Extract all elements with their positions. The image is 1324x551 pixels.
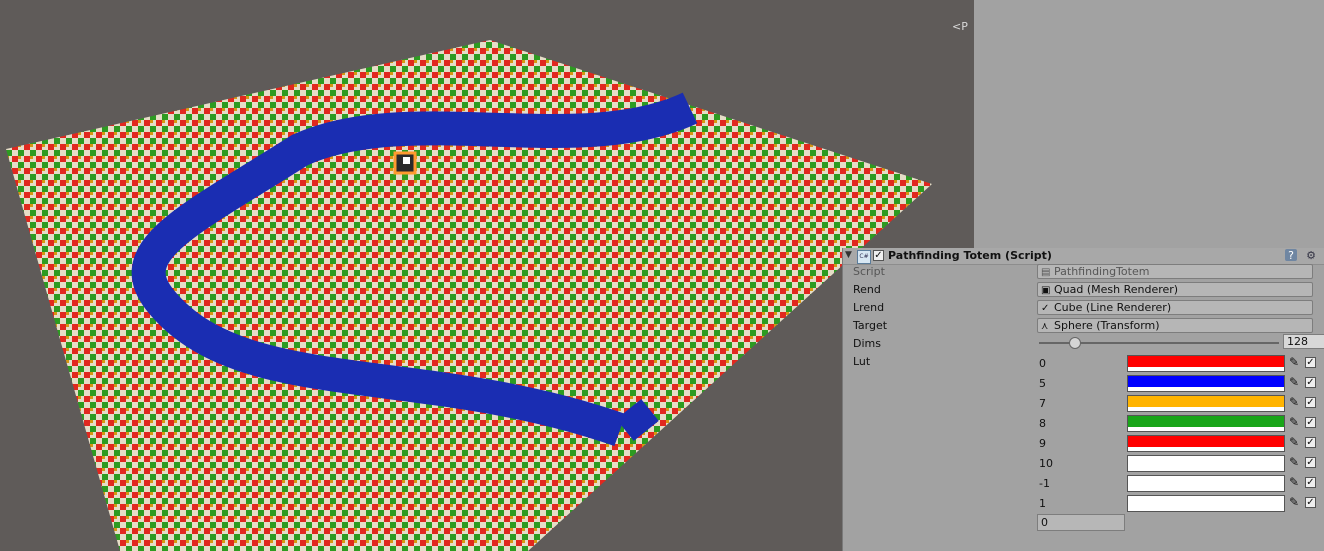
lut-alpha-bar <box>1128 387 1284 391</box>
lrend-value: Cube (Line Renderer) <box>1054 301 1172 314</box>
target-field[interactable]: ⋏ Sphere (Transform) <box>1037 318 1313 333</box>
lut-alpha-bar <box>1128 447 1284 451</box>
script-row: Script ▤ PathfindingTotem <box>843 263 1324 281</box>
lut-key-label: 1 <box>1039 497 1046 510</box>
eyedropper-icon[interactable]: ✎ <box>1289 396 1300 409</box>
new-lut-key-field[interactable]: 0 <box>1037 514 1125 531</box>
rend-field[interactable]: ▣ Quad (Mesh Renderer) <box>1037 282 1313 297</box>
lut-alpha-bar <box>1128 367 1284 371</box>
lut-entry: 1 ✎ ✓ <box>843 493 1324 513</box>
lut-key-label: 7 <box>1039 397 1046 410</box>
lut-alpha-bar <box>1128 487 1284 491</box>
line-renderer-icon: ✓ <box>1041 303 1050 314</box>
gear-icon[interactable]: ⚙ <box>1305 249 1317 262</box>
lut-color-fill <box>1128 456 1284 467</box>
lut-entry: 10 ✎ ✓ <box>843 453 1324 473</box>
script-object-icon: ▤ <box>1041 267 1051 278</box>
lut-enabled-checkbox[interactable]: ✓ <box>1305 357 1316 368</box>
lut-color-fill <box>1128 416 1284 427</box>
lut-color-swatch[interactable] <box>1127 355 1285 372</box>
lut-enabled-checkbox[interactable]: ✓ <box>1305 497 1316 508</box>
script-label: Script <box>853 265 885 278</box>
dims-value-field[interactable]: 128 <box>1283 334 1324 349</box>
target-label: Target <box>853 319 888 332</box>
transform-icon: ⋏ <box>1041 321 1049 332</box>
lut-enabled-checkbox[interactable]: ✓ <box>1305 437 1316 448</box>
rend-value: Quad (Mesh Renderer) <box>1054 283 1179 296</box>
lut-alpha-bar <box>1128 467 1284 471</box>
lut-color-swatch[interactable] <box>1127 435 1285 452</box>
lut-enabled-checkbox[interactable]: ✓ <box>1305 377 1316 388</box>
lut-color-fill <box>1128 476 1284 487</box>
lut-key-label: 9 <box>1039 437 1046 450</box>
eyedropper-icon[interactable]: ✎ <box>1289 356 1300 369</box>
script-file-icon: C# <box>857 250 871 264</box>
foldout-icon[interactable]: ▼ <box>845 250 852 260</box>
lut-key-label: 5 <box>1039 377 1046 390</box>
selected-object-icon <box>393 151 417 175</box>
eyedropper-icon[interactable]: ✎ <box>1289 456 1300 469</box>
lut-entry: 5 ✎ ✓ <box>843 373 1324 393</box>
lut-enabled-checkbox[interactable]: ✓ <box>1305 457 1316 468</box>
dims-slider-thumb[interactable] <box>1069 337 1081 349</box>
rend-row: Rend ▣ Quad (Mesh Renderer) <box>843 281 1324 299</box>
lut-color-swatch[interactable] <box>1127 475 1285 492</box>
lut-color-swatch[interactable] <box>1127 455 1285 472</box>
lut-key-label: 10 <box>1039 457 1053 470</box>
lut-entry: -1 ✎ ✓ <box>843 473 1324 493</box>
eyedropper-icon[interactable]: ✎ <box>1289 436 1300 449</box>
inspector-panel: ▼ C# ✓ Pathfinding Totem (Script) ? ⚙ Sc… <box>842 248 1324 551</box>
eyedropper-icon[interactable]: ✎ <box>1289 416 1300 429</box>
eyedropper-icon[interactable]: ✎ <box>1289 376 1300 389</box>
lut-entry: 0 ✎ ✓ <box>843 353 1324 373</box>
lut-entry: 8 ✎ ✓ <box>843 413 1324 433</box>
lrend-field[interactable]: ✓ Cube (Line Renderer) <box>1037 300 1313 315</box>
lut-color-fill <box>1128 436 1284 447</box>
lut-alpha-bar <box>1128 407 1284 411</box>
lut-key-label: 0 <box>1039 357 1046 370</box>
target-row: Target ⋏ Sphere (Transform) <box>843 317 1324 335</box>
lrend-row: Lrend ✓ Cube (Line Renderer) <box>843 299 1324 317</box>
dims-label: Dims <box>853 337 881 350</box>
lut-color-swatch[interactable] <box>1127 375 1285 392</box>
lut-key-label: 8 <box>1039 417 1046 430</box>
dims-row: Dims <box>843 335 1324 353</box>
lut-alpha-bar <box>1128 427 1284 431</box>
lut-color-fill <box>1128 496 1284 507</box>
lut-key-label: -1 <box>1039 477 1050 490</box>
eyedropper-icon[interactable]: ✎ <box>1289 476 1300 489</box>
mesh-renderer-icon: ▣ <box>1041 285 1051 296</box>
lut-color-fill <box>1128 356 1284 367</box>
lut-color-swatch[interactable] <box>1127 495 1285 512</box>
rend-label: Rend <box>853 283 881 296</box>
lut-enabled-checkbox[interactable]: ✓ <box>1305 397 1316 408</box>
river-tail <box>616 399 659 441</box>
lut-enabled-checkbox[interactable]: ✓ <box>1305 477 1316 488</box>
lrend-label: Lrend <box>853 301 885 314</box>
lut-alpha-bar <box>1128 507 1284 511</box>
component-title: Pathfinding Totem (Script) <box>888 249 1052 262</box>
eyedropper-icon[interactable]: ✎ <box>1289 496 1300 509</box>
target-value: Sphere (Transform) <box>1054 319 1160 332</box>
lut-entry: 9 ✎ ✓ <box>843 433 1324 453</box>
lut-color-fill <box>1128 396 1284 407</box>
help-icon[interactable]: ? <box>1285 249 1297 262</box>
script-field[interactable]: ▤ PathfindingTotem <box>1037 264 1313 279</box>
lut-enabled-checkbox[interactable]: ✓ <box>1305 417 1316 428</box>
lut-color-fill <box>1128 376 1284 387</box>
lut-entry: 7 ✎ ✓ <box>843 393 1324 413</box>
lut-color-swatch[interactable] <box>1127 395 1285 412</box>
lut-color-swatch[interactable] <box>1127 415 1285 432</box>
script-value: PathfindingTotem <box>1054 265 1150 278</box>
enabled-checkbox[interactable]: ✓ <box>873 250 884 261</box>
